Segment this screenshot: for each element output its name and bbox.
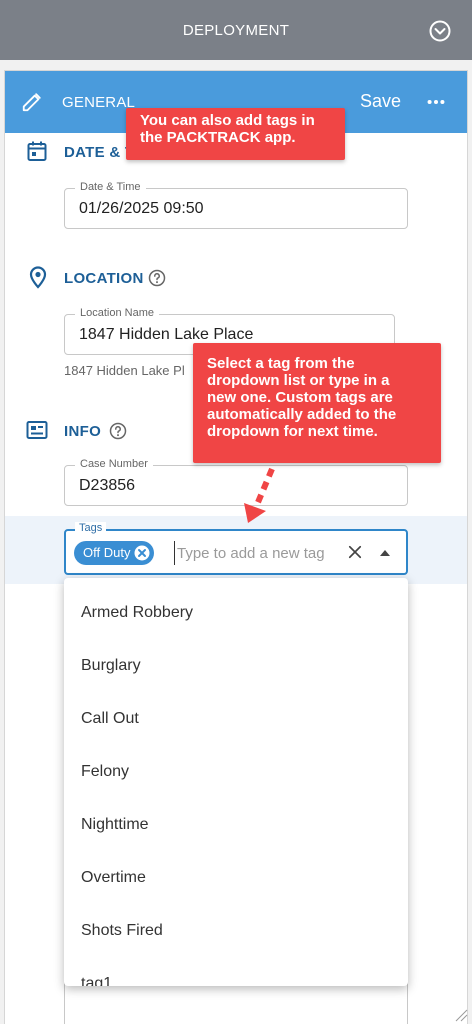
datetime-value: 01/26/2025 09:50 <box>79 200 204 217</box>
case-number-value: D23856 <box>79 477 136 494</box>
pencil-icon <box>22 93 41 112</box>
panel-title: GENERAL <box>62 94 136 111</box>
resize-grip-icon[interactable] <box>454 1008 468 1022</box>
id-card-icon <box>26 421 48 439</box>
dropdown-option[interactable]: tag1 <box>81 975 112 986</box>
callout-line: dropdown list or type in a <box>207 372 390 389</box>
dropdown-option[interactable]: Overtime <box>81 869 146 887</box>
dropdown-option[interactable]: Burglary <box>81 657 141 675</box>
notes-field[interactable] <box>64 980 408 1024</box>
dropdown-caret-icon[interactable] <box>380 550 390 556</box>
tip-callout-dropdown: Select a tag from the dropdown list or t… <box>193 343 441 463</box>
dropdown-option[interactable]: Armed Robbery <box>81 604 193 622</box>
tags-dropdown: Armed Robbery Burglary Call Out Felony N… <box>64 578 408 986</box>
callout-line: new one. Custom tags are <box>207 389 393 406</box>
chip-remove-icon[interactable] <box>133 544 151 562</box>
callout-line: automatically added to the <box>207 406 397 423</box>
location-name-label: Location Name <box>75 307 159 319</box>
dropdown-option[interactable]: Felony <box>81 763 129 781</box>
tag-chip[interactable]: Off Duty <box>74 541 155 565</box>
help-circle-icon[interactable] <box>148 269 166 287</box>
save-button[interactable]: Save <box>360 91 401 112</box>
case-number-field[interactable]: Case Number D23856 <box>64 458 408 506</box>
chevron-circle-icon[interactable] <box>428 19 452 43</box>
tip-callout-packtrack: You can also add tags in the PACKTRACK a… <box>126 108 345 160</box>
topbar-title: DEPLOYMENT <box>182 22 290 39</box>
callout-line: You can also add tags in <box>140 112 315 129</box>
dropdown-option[interactable]: Nighttime <box>81 816 149 834</box>
dropdown-option[interactable]: Shots Fired <box>81 922 163 940</box>
callout-line: Select a tag from the <box>207 355 355 372</box>
callout-line: dropdown for next time. <box>207 423 378 440</box>
clear-icon[interactable] <box>346 543 364 561</box>
location-helper-text: 1847 Hidden Lake Pl <box>64 363 185 378</box>
map-pin-icon <box>29 266 47 289</box>
help-circle-icon[interactable] <box>109 422 127 440</box>
tags-field[interactable]: Tags Off Duty <box>64 522 408 575</box>
case-number-label: Case Number <box>75 458 153 470</box>
top-bar: DEPLOYMENT <box>0 0 472 60</box>
tag-chip-label: Off Duty <box>83 545 131 560</box>
datetime-label: Date & Time <box>75 181 146 193</box>
dropdown-option[interactable]: Call Out <box>81 710 139 728</box>
location-name-value: 1847 Hidden Lake Place <box>79 326 254 343</box>
more-horizontal-icon[interactable] <box>425 91 447 113</box>
calendar-icon <box>27 141 47 161</box>
tags-label: Tags <box>75 522 107 534</box>
section-title-location: LOCATION <box>64 270 144 287</box>
section-title-datetime: DATE & T <box>64 144 135 161</box>
datetime-field[interactable]: Date & Time 01/26/2025 09:50 <box>64 181 408 229</box>
tag-input[interactable] <box>174 541 334 565</box>
pointer-arrow-icon <box>244 467 275 523</box>
callout-line: the PACKTRACK app. <box>140 129 296 146</box>
section-title-info: INFO <box>64 423 102 440</box>
